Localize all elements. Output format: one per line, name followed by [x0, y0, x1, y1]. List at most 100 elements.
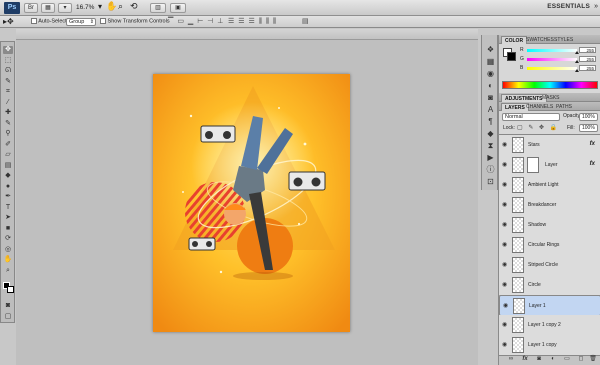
channel-ramp[interactable]: [527, 58, 577, 61]
actions-panel-icon[interactable]: ▶: [485, 153, 496, 163]
dodge-tool-icon[interactable]: ●: [3, 183, 13, 191]
3d-panel-icon[interactable]: ◆: [485, 129, 496, 139]
background-color-swatch[interactable]: [507, 52, 516, 61]
trash-icon[interactable]: 🗑: [589, 356, 597, 363]
pen-tool-icon[interactable]: ✒: [3, 193, 13, 201]
layer-row[interactable]: ◉ Shadow: [499, 215, 600, 236]
tab-channels[interactable]: CHANNELS: [523, 103, 556, 111]
history-brush-tool-icon[interactable]: ✐: [3, 141, 13, 149]
rotate-view-icon[interactable]: ⟲: [130, 1, 138, 12]
tab-masks[interactable]: MASKS: [539, 94, 563, 102]
type-tool-icon[interactable]: T: [3, 204, 13, 212]
link-layers-icon[interactable]: ∞: [507, 356, 515, 363]
zoom-dropdown-icon[interactable]: ▾: [98, 2, 102, 11]
3d-camera-tool-icon[interactable]: ◎: [3, 246, 13, 254]
eyedropper-tool-icon[interactable]: ⁄: [3, 99, 13, 107]
eye-icon[interactable]: ◉: [502, 222, 509, 228]
channel-value-field[interactable]: 255: [579, 47, 596, 53]
eraser-tool-icon[interactable]: ▱: [3, 151, 13, 159]
layer-row[interactable]: ◉ Layer fx: [499, 155, 600, 176]
layer-row[interactable]: ◉ Ambient Light: [499, 175, 600, 196]
masks-panel-icon[interactable]: ◙: [485, 93, 496, 103]
channel-ramp[interactable]: [527, 67, 577, 70]
tab-styles[interactable]: STYLES: [551, 36, 576, 44]
channel-ramp[interactable]: [527, 49, 577, 52]
clone-stamp-tool-icon[interactable]: ⚲: [3, 130, 13, 138]
eye-icon[interactable]: ◉: [502, 342, 509, 348]
shape-tool-icon[interactable]: ■: [3, 225, 13, 233]
eye-icon[interactable]: ◉: [502, 322, 509, 328]
move-tool-icon[interactable]: ✥: [3, 46, 13, 54]
layer-row[interactable]: ◉ Layer 1: [499, 295, 600, 316]
align-buttons[interactable]: ▔ ▭ ▁ ⊢ ⊣ ⊥: [168, 17, 224, 25]
brush-tool-icon[interactable]: ✎: [3, 120, 13, 128]
document-canvas[interactable]: [153, 74, 350, 332]
color-panel-icon[interactable]: ❖: [485, 45, 496, 55]
move-tool-preset-icon[interactable]: ▸✥: [3, 17, 14, 26]
screen-mode-button[interactable]: ▣: [170, 3, 186, 13]
healing-brush-tool-icon[interactable]: ✚: [3, 109, 13, 117]
info-panel-icon[interactable]: ⓘ: [485, 165, 496, 175]
channel-value-field[interactable]: 255: [579, 65, 596, 71]
character-panel-icon[interactable]: A: [485, 105, 496, 115]
color-slider-b[interactable]: B 255: [517, 65, 599, 72]
styles-panel-icon[interactable]: ◉: [485, 69, 496, 79]
navigator-panel-icon[interactable]: ⊡: [485, 177, 496, 187]
layer-row[interactable]: ◉ Striped Circle: [499, 255, 600, 276]
eye-icon[interactable]: ◉: [502, 262, 509, 268]
zoom-tool-icon[interactable]: ⌕: [3, 267, 13, 275]
crop-tool-icon[interactable]: ⌗: [3, 88, 13, 96]
eye-icon[interactable]: ◉: [502, 182, 509, 188]
path-selection-tool-icon[interactable]: ➤: [3, 214, 13, 222]
layer-row[interactable]: ◉ Breakdancer: [499, 195, 600, 216]
eye-icon[interactable]: ◉: [503, 303, 510, 309]
expand-workspace-icon[interactable]: »: [594, 3, 598, 10]
mini-bridge-button[interactable]: ▦: [41, 3, 55, 13]
layer-row[interactable]: ◉ Layer 1 copy: [499, 335, 600, 355]
layer-row[interactable]: ◉ Stars fx: [499, 135, 600, 156]
eye-icon[interactable]: ◉: [502, 242, 509, 248]
workspace-switcher[interactable]: ESSENTIALS: [547, 3, 590, 10]
toolbox-background-swatch[interactable]: [7, 286, 14, 293]
layer-effects-icon[interactable]: fx: [590, 161, 595, 167]
channel-value-field[interactable]: 255: [579, 56, 596, 62]
eye-icon[interactable]: ◉: [502, 202, 509, 208]
eye-icon[interactable]: ◉: [502, 142, 509, 148]
layer-row[interactable]: ◉ Circular Rings: [499, 235, 600, 256]
arrange-documents-button[interactable]: ▥: [150, 3, 166, 13]
tab-paths[interactable]: PATHS: [553, 103, 575, 111]
add-style-icon[interactable]: fx: [521, 356, 529, 363]
auto-select-dropdown[interactable]: Group ⇕: [66, 18, 96, 26]
marquee-tool-icon[interactable]: ⬚: [3, 57, 13, 65]
swatches-panel-icon[interactable]: ▦: [485, 57, 496, 67]
color-spectrum-ramp[interactable]: [502, 81, 598, 89]
hand-tool-icon[interactable]: ✋: [106, 1, 117, 12]
adjustment-layer-icon[interactable]: ◐: [549, 356, 557, 363]
gradient-tool-icon[interactable]: ▤: [3, 162, 13, 170]
lock-options[interactable]: ▢ ✎ ✥ 🔒: [517, 124, 559, 131]
color-slider-g[interactable]: G 255: [517, 56, 599, 63]
add-mask-icon[interactable]: ◙: [535, 356, 543, 363]
layer-mask-thumbnail[interactable]: [527, 157, 539, 173]
quick-mask-icon[interactable]: ◙: [3, 302, 13, 310]
blend-mode-dropdown[interactable]: Normal: [502, 113, 560, 121]
blur-tool-icon[interactable]: ◆: [3, 172, 13, 180]
3d-rotate-tool-icon[interactable]: ⟳: [3, 235, 13, 243]
history-panel-icon[interactable]: ⧗: [485, 141, 496, 151]
layer-effects-icon[interactable]: fx: [590, 141, 595, 147]
fill-field[interactable]: 100%: [579, 124, 598, 132]
color-slider-r[interactable]: R 255: [517, 47, 599, 54]
opacity-field[interactable]: 100%: [579, 113, 598, 121]
adjustments-panel-icon[interactable]: ◐: [485, 81, 496, 91]
eye-icon[interactable]: ◉: [502, 162, 509, 168]
zoom-level[interactable]: 16.7%: [76, 4, 94, 11]
hand-tool-icon[interactable]: ✋: [3, 256, 13, 264]
lasso-tool-icon[interactable]: ᘏ: [3, 67, 13, 75]
bridge-button[interactable]: Br: [24, 3, 38, 13]
auto-select-checkbox[interactable]: [31, 18, 37, 24]
quick-select-tool-icon[interactable]: ✎: [3, 78, 13, 86]
screen-mode-icon[interactable]: ▢: [3, 313, 13, 321]
distribute-buttons[interactable]: ☰ ☰ ☰ ⫼ ⫼ ⫼: [228, 17, 277, 26]
paragraph-panel-icon[interactable]: ¶: [485, 117, 496, 127]
zoom-tool-icon[interactable]: ⌕: [118, 1, 123, 12]
